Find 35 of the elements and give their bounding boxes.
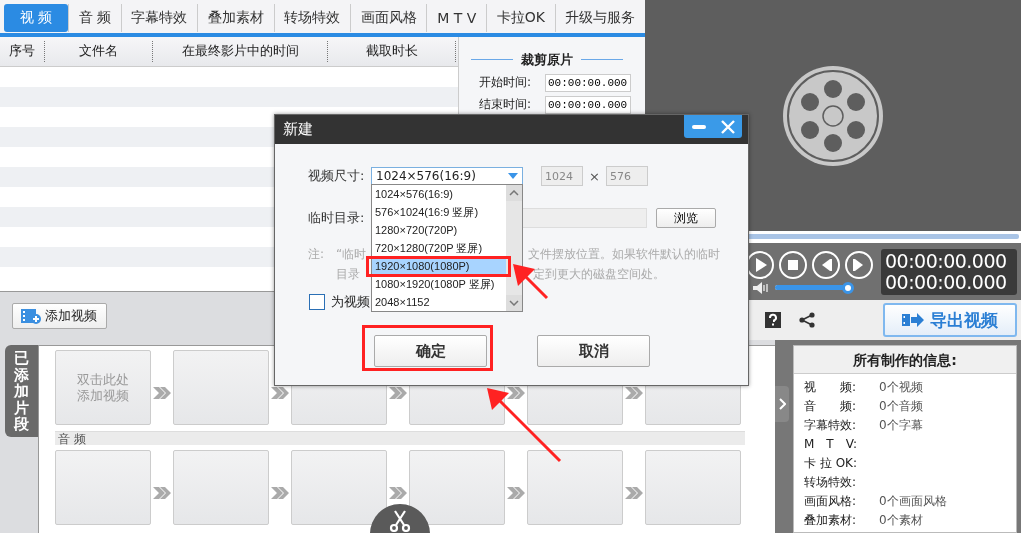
field-label: 视频尺寸: [308, 167, 366, 185]
info-label: M T V: [804, 436, 858, 453]
note-text: 文件摆放位置。如果软件默认的临时 [528, 246, 720, 263]
panel-title: 所有制作的信息: [794, 346, 1016, 374]
dialog-title: 新建 [283, 119, 313, 140]
info-label: 画面风格: [804, 493, 858, 510]
info-label: 转场特效: [804, 474, 858, 491]
note-text: 注: [308, 246, 326, 263]
column-header: 序号 [0, 40, 45, 62]
info-label: 音 频: [804, 398, 858, 415]
info-value: 0个音频 [879, 398, 923, 415]
info-label: 字幕特效: [804, 417, 858, 434]
time-text: 00:00:00.000 [885, 271, 1008, 293]
audio-track-label: 音 频 [55, 431, 745, 445]
field-label: 开始时间: [479, 74, 533, 92]
note-text: 目录 [336, 266, 361, 283]
info-label: 视 频: [804, 379, 858, 396]
note-text: 定到更大的磁盘空间处。 [533, 266, 665, 283]
times-sign: × [588, 168, 601, 184]
info-label: 叠加素材: [804, 512, 858, 529]
column-header: 截取时长 [328, 40, 456, 62]
time-text: 00:00:00.000 [885, 250, 1008, 272]
field-label: 临时目录: [308, 209, 366, 227]
info-value: 0个字幕 [879, 417, 923, 434]
slot-hint: 双击此处添加视频 [76, 371, 130, 404]
checkbox-label: 为视频 [331, 293, 370, 311]
info-value: 0个素材 [879, 512, 923, 529]
info-value: 0个画面风格 [879, 493, 947, 510]
panel-title: 裁剪原片 [521, 50, 573, 69]
field-label: 结束时间: [479, 96, 533, 114]
column-header: 在最终影片中的时间 [153, 40, 328, 62]
note-text: “临时 [336, 246, 368, 263]
info-value: 0个视频 [879, 379, 923, 396]
info-label: 卡 拉 OK: [804, 455, 858, 472]
column-header: 文件名 [45, 40, 153, 62]
